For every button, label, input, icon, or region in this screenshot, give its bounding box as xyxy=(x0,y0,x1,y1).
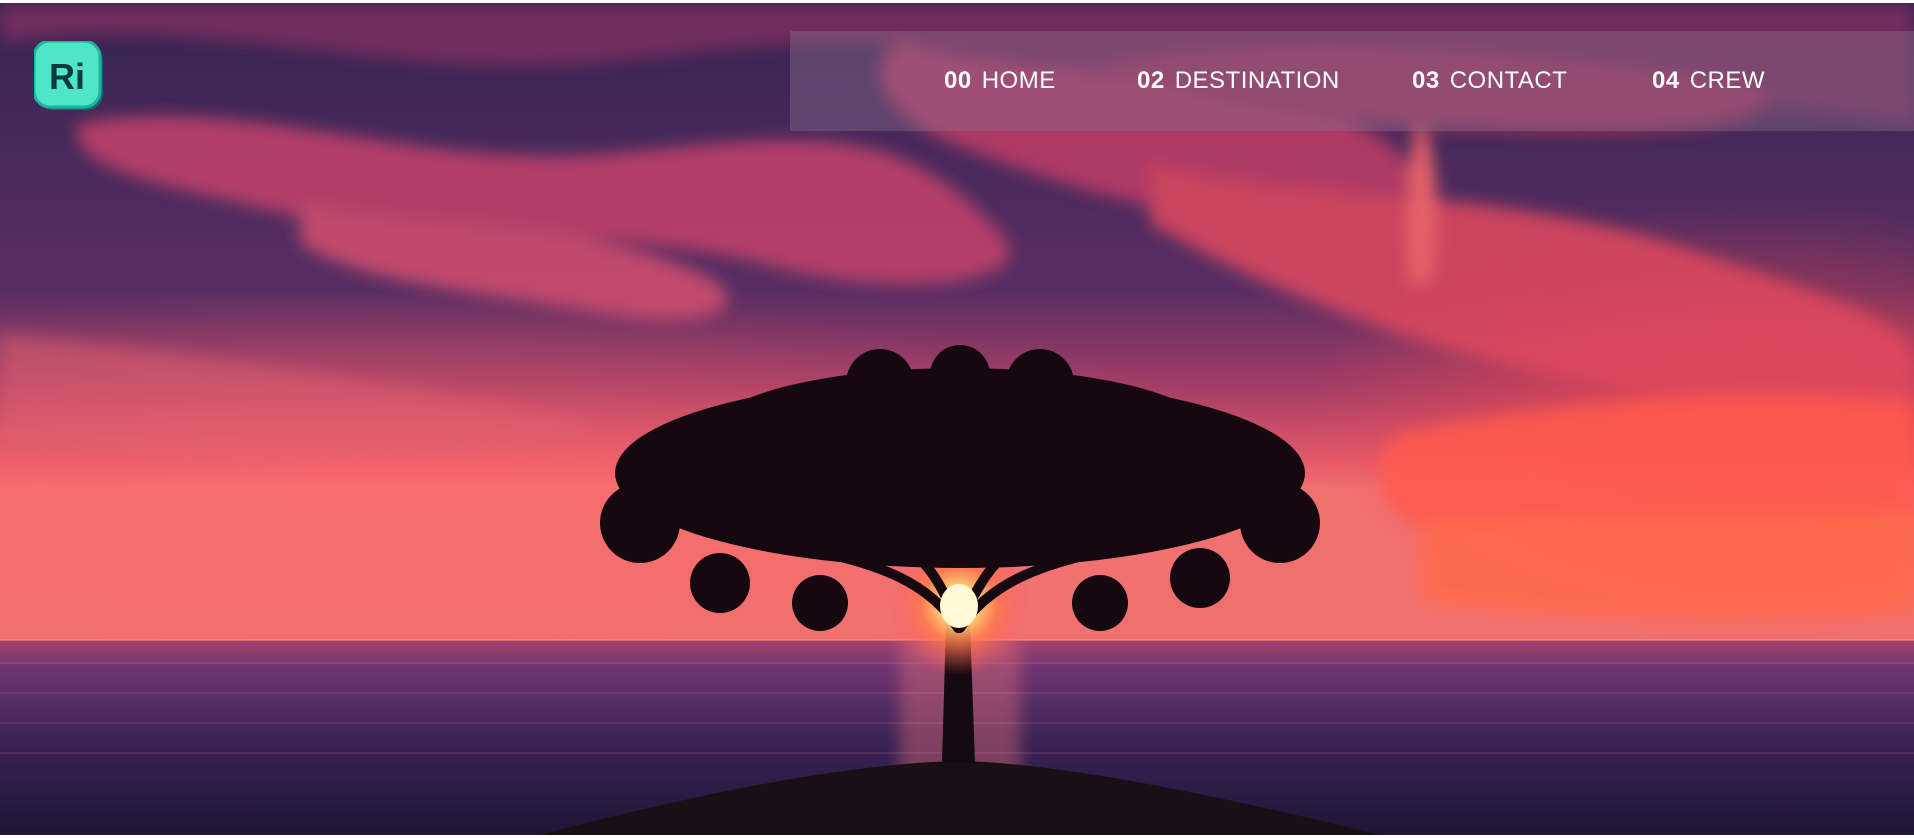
hero-background: Ri 00 HOME 02 DESTINATION 03 CONTACT 04 … xyxy=(0,3,1914,835)
brand-logo-text: Ri xyxy=(49,56,85,97)
nav-item-destination[interactable]: 02 DESTINATION xyxy=(1137,67,1340,95)
main-navigation: 00 HOME 02 DESTINATION 03 CONTACT 04 CRE… xyxy=(790,31,1914,131)
nav-item-number: 03 xyxy=(1412,67,1440,94)
nav-item-label: HOME xyxy=(981,67,1056,94)
nav-item-label: CONTACT xyxy=(1449,67,1568,94)
nav-item-label: DESTINATION xyxy=(1174,67,1340,94)
nav-item-contact[interactable]: 03 CONTACT xyxy=(1412,67,1567,95)
nav-item-crew[interactable]: 04 CREW xyxy=(1652,67,1765,95)
nav-item-number: 02 xyxy=(1137,67,1165,94)
nav-item-number: 04 xyxy=(1652,67,1680,94)
nav-item-home[interactable]: 00 HOME xyxy=(944,67,1056,95)
brand-logo[interactable]: Ri xyxy=(34,41,108,115)
nav-item-label: CREW xyxy=(1689,67,1766,94)
nav-item-number: 00 xyxy=(944,67,972,94)
